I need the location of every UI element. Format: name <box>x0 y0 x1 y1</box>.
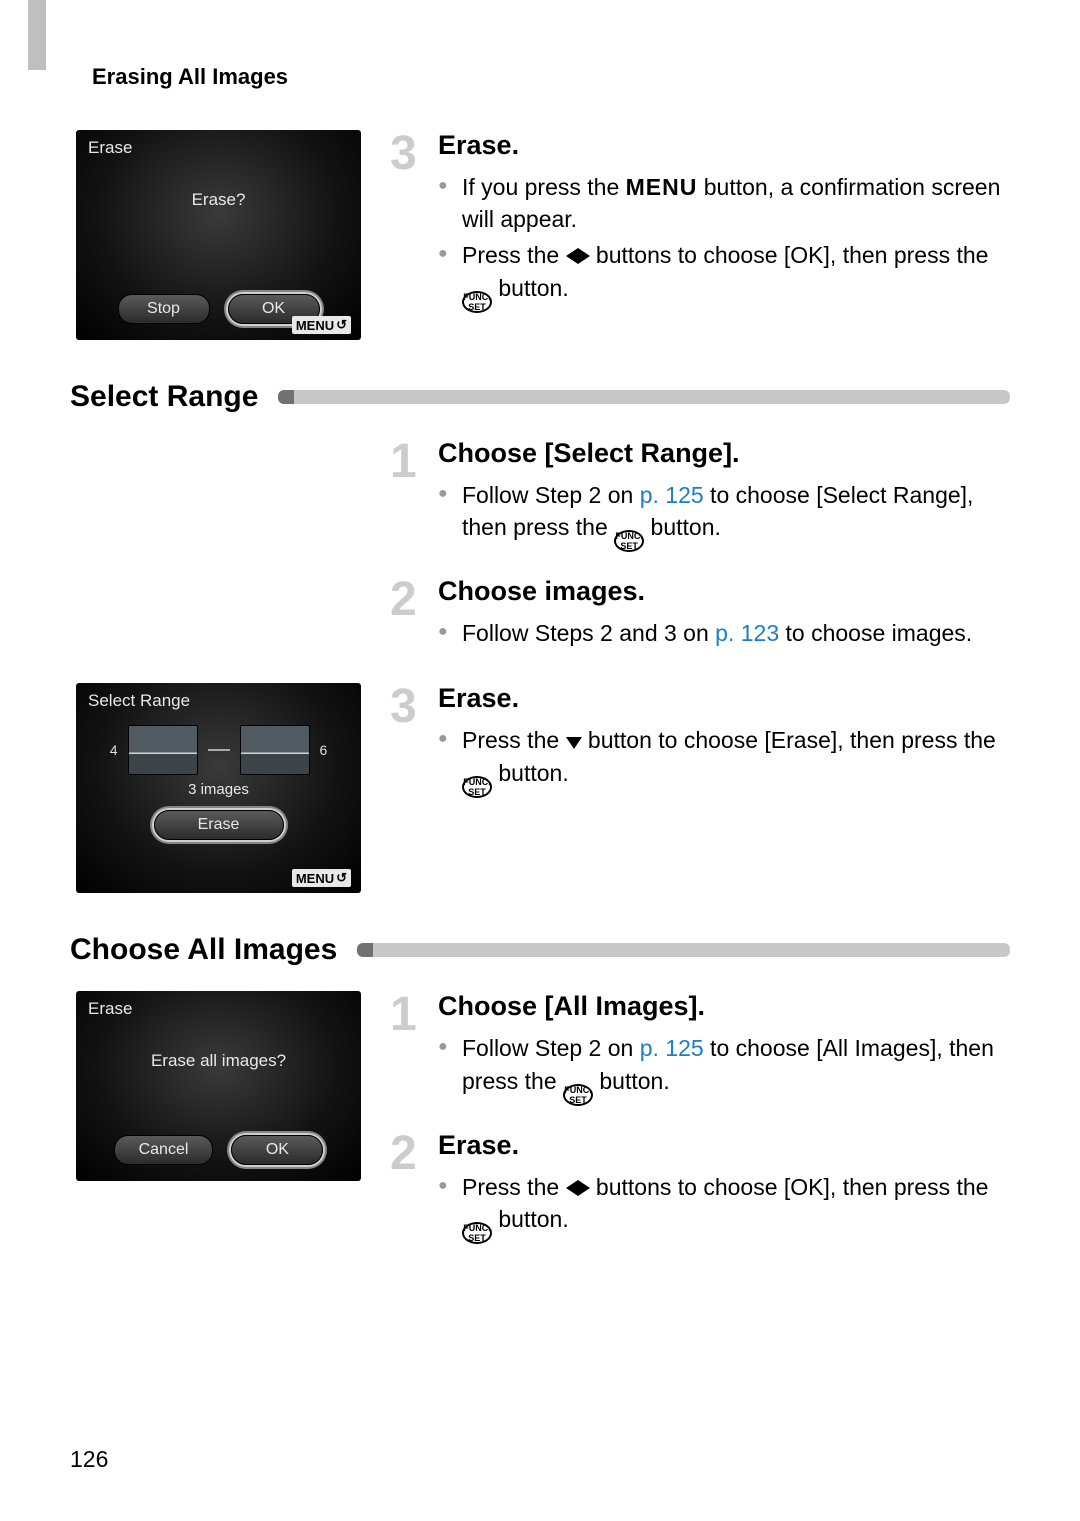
lcd-erase-confirm: Erase Erase? Stop OK MENU↺ <box>76 130 361 340</box>
menu-label: MENU <box>296 318 334 333</box>
page-link[interactable]: p. 125 <box>640 1035 704 1061</box>
step-title: Erase. <box>438 683 1010 714</box>
func-set-icon: FUNC.SET <box>462 1222 492 1244</box>
bullet-icon: ● <box>438 479 462 552</box>
sidebar-tab <box>28 0 46 70</box>
instruction-text: Press the buttons to choose [OK], then p… <box>462 1171 1010 1244</box>
thumbnail <box>128 725 198 775</box>
step-title: Choose images. <box>438 576 1010 607</box>
page-link[interactable]: p. 125 <box>640 482 704 508</box>
instruction-text: If you press the MENU button, a confirma… <box>462 171 1010 235</box>
cancel-button[interactable]: Cancel <box>114 1135 214 1165</box>
instruction-text: Press the button to choose [Erase], then… <box>462 724 1010 797</box>
divider <box>357 943 1010 957</box>
step-title: Choose [All Images]. <box>438 991 1010 1022</box>
page-number: 126 <box>70 1446 108 1473</box>
menu-label: MENU <box>296 871 334 886</box>
bullet-icon: ● <box>438 1171 462 1244</box>
menu-back-icon: MENU↺ <box>292 316 351 334</box>
erase-button[interactable]: Erase <box>154 810 284 840</box>
right-arrow-icon <box>578 248 590 264</box>
step-title: Erase. <box>438 1130 1010 1161</box>
bullet-icon: ● <box>438 724 462 797</box>
bullet-icon: ● <box>438 239 462 312</box>
bullet-icon: ● <box>438 171 462 235</box>
step-number: 1 <box>390 991 438 1109</box>
step-title: Erase. <box>438 130 1010 161</box>
left-arrow-icon <box>566 1180 578 1196</box>
left-arrow-icon <box>566 248 578 264</box>
divider <box>278 390 1010 404</box>
step-number: 2 <box>390 1130 438 1248</box>
ok-button[interactable]: OK <box>231 1135 323 1165</box>
stop-button[interactable]: Stop <box>118 294 210 324</box>
image-count: 3 images <box>88 781 349 798</box>
page-header: Erasing All Images <box>92 64 1010 90</box>
range-line-icon <box>208 749 230 751</box>
step-number: 2 <box>390 576 438 653</box>
instruction-text: Follow Steps 2 and 3 on p. 123 to choose… <box>462 617 1010 649</box>
func-set-icon: FUNC.SET <box>462 291 492 313</box>
func-set-icon: FUNC.SET <box>462 776 492 798</box>
menu-label: MENU <box>626 174 698 200</box>
step-title: Choose [Select Range]. <box>438 438 1010 469</box>
lcd-erase-all: Erase Erase all images? Cancel OK <box>76 991 361 1181</box>
step-number: 3 <box>390 130 438 317</box>
bullet-icon: ● <box>438 617 462 649</box>
lcd-prompt: Erase all images? <box>88 1051 349 1071</box>
lcd-title: Erase <box>88 999 349 1019</box>
lcd-title: Erase <box>88 138 349 158</box>
menu-back-icon: MENU↺ <box>292 869 351 887</box>
lcd-select-range: Select Range 4 6 3 images Erase MENU↺ <box>76 683 361 893</box>
instruction-text: Follow Step 2 on p. 125 to choose [Selec… <box>462 479 1010 552</box>
lcd-prompt: Erase? <box>88 190 349 210</box>
right-arrow-icon <box>578 1180 590 1196</box>
func-set-icon: FUNC.SET <box>614 530 644 552</box>
instruction-text: Press the buttons to choose [OK], then p… <box>462 239 1010 312</box>
lcd-title: Select Range <box>88 691 349 711</box>
page-link[interactable]: p. 123 <box>715 620 779 646</box>
thumbnail <box>240 725 310 775</box>
instruction-text: Follow Step 2 on p. 125 to choose [All I… <box>462 1032 1010 1105</box>
section-heading-all-images: Choose All Images <box>70 933 337 967</box>
range-end-num: 6 <box>320 742 328 758</box>
bullet-icon: ● <box>438 1032 462 1105</box>
step-number: 1 <box>390 438 438 556</box>
step-number: 3 <box>390 683 438 801</box>
section-heading-select-range: Select Range <box>70 380 258 414</box>
down-arrow-icon <box>566 737 582 749</box>
range-start-num: 4 <box>110 742 118 758</box>
func-set-icon: FUNC.SET <box>563 1084 593 1106</box>
